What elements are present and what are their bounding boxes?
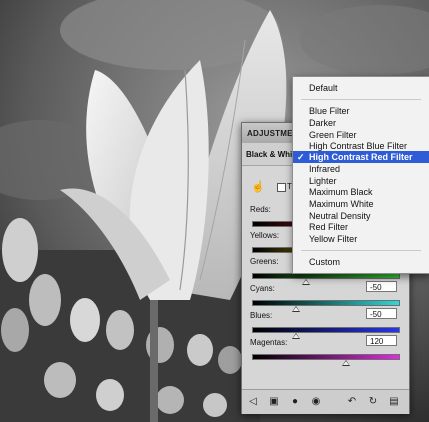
- menu-item-maximum-black[interactable]: Maximum Black: [293, 186, 429, 198]
- slider-label: Blues:: [250, 311, 273, 320]
- clip-layer-icon[interactable]: ●: [289, 395, 301, 408]
- hand-tool-icon[interactable]: ☝: [251, 181, 265, 193]
- slider-value-input[interactable]: -50: [366, 308, 397, 319]
- slider-label: Cyans:: [250, 284, 275, 293]
- menu-item-high-contrast-red-filter[interactable]: ✓ High Contrast Red Filter: [293, 151, 429, 163]
- slider-label: Yellows:: [250, 231, 280, 240]
- menu-item-label: Custom: [309, 257, 341, 267]
- tint-checkbox[interactable]: [277, 183, 286, 192]
- preset-dropdown-menu: Default Blue Filter Darker Green Filter …: [292, 76, 429, 274]
- checkmark-icon: ✓: [297, 152, 305, 162]
- menu-item-label: Red Filter: [309, 222, 349, 232]
- menu-item-yellow-filter[interactable]: Yellow Filter: [293, 233, 429, 245]
- menu-item-label: High Contrast Red Filter: [309, 152, 413, 162]
- menu-item-label: Maximum White: [309, 199, 374, 209]
- menu-item-red-filter[interactable]: Red Filter: [293, 221, 429, 233]
- menu-item-label: Infrared: [309, 164, 341, 174]
- slider-label: Reds:: [250, 205, 271, 214]
- slider-thumb[interactable]: [342, 360, 350, 366]
- slider-track[interactable]: [252, 354, 400, 360]
- slider-value-input[interactable]: -50: [366, 281, 397, 292]
- trash-icon[interactable]: ▤: [388, 395, 400, 408]
- menu-item-maximum-white[interactable]: Maximum White: [293, 198, 429, 210]
- menu-item-label: Default: [309, 83, 338, 93]
- menu-item-infrared[interactable]: Infrared: [293, 163, 429, 175]
- slider-label: Greens:: [250, 257, 279, 266]
- menu-item-default[interactable]: Default: [293, 82, 429, 94]
- slider-track[interactable]: [252, 300, 400, 306]
- menu-item-label: Blue Filter: [309, 106, 350, 116]
- menu-separator: [301, 250, 421, 251]
- previous-state-icon[interactable]: ↶: [346, 395, 358, 408]
- slider-value-input[interactable]: 120: [366, 335, 397, 346]
- panel-footer: ◁ ▣ ● ◉ ↶ ↻ ▤: [242, 389, 409, 414]
- panel-view-icon[interactable]: ▣: [268, 395, 280, 408]
- slider-label: Magentas:: [250, 338, 288, 347]
- menu-separator: [301, 99, 421, 100]
- menu-item-label: Yellow Filter: [309, 234, 358, 244]
- menu-item-darker[interactable]: Darker: [293, 117, 429, 129]
- back-arrow-icon[interactable]: ◁: [247, 395, 259, 408]
- menu-item-blue-filter[interactable]: Blue Filter: [293, 105, 429, 117]
- slider-row-magentas: Magentas: 120: [242, 335, 409, 378]
- menu-item-label: Maximum Black: [309, 187, 373, 197]
- eye-icon[interactable]: ◉: [310, 395, 322, 408]
- reset-icon[interactable]: ↻: [367, 395, 379, 408]
- menu-item-custom[interactable]: Custom: [293, 256, 429, 268]
- menu-item-label: Darker: [309, 118, 337, 128]
- slider-track[interactable]: [252, 327, 400, 333]
